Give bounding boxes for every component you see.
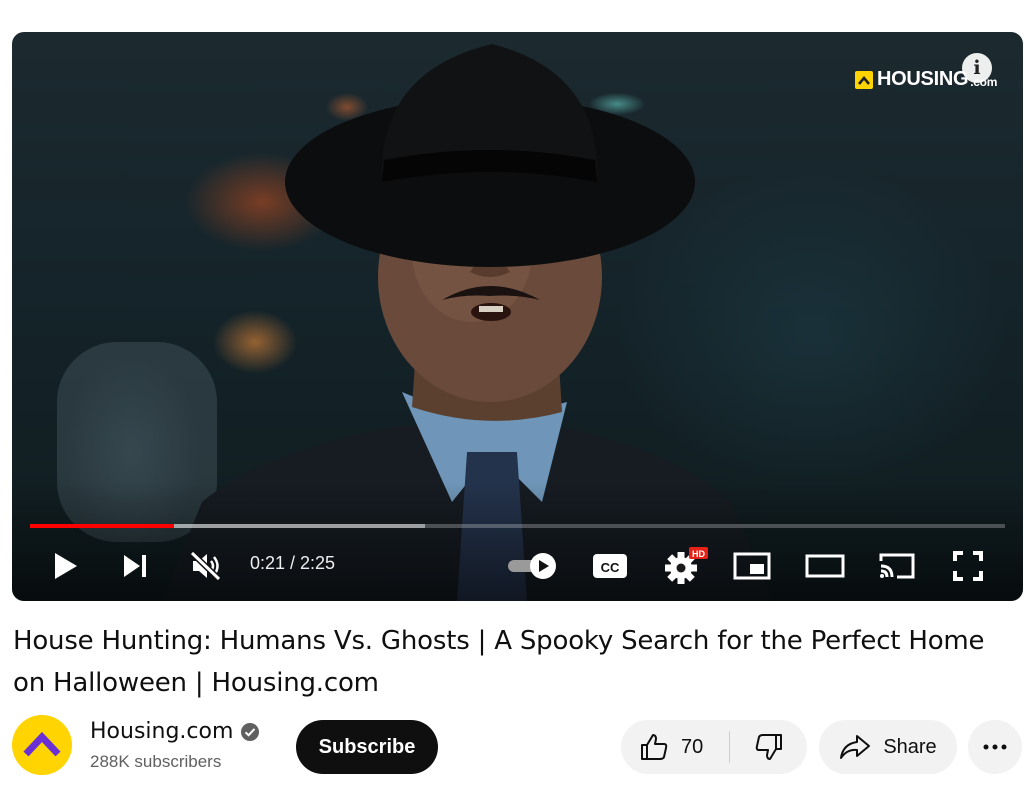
captions-label: CC bbox=[601, 560, 620, 575]
settings-button[interactable]: HD bbox=[662, 546, 710, 586]
play-button[interactable] bbox=[50, 546, 82, 586]
cast-icon bbox=[879, 553, 915, 579]
video-title: House Hunting: Humans Vs. Ghosts | A Spo… bbox=[13, 626, 985, 698]
fullscreen-icon bbox=[953, 551, 983, 581]
channel-avatar[interactable] bbox=[12, 715, 72, 775]
verified-icon bbox=[241, 722, 260, 741]
share-button[interactable]: Share bbox=[819, 720, 957, 774]
thumbs-up-icon bbox=[641, 734, 668, 760]
theater-icon bbox=[805, 554, 845, 578]
share-icon bbox=[840, 735, 871, 759]
info-icon[interactable]: i bbox=[962, 53, 992, 83]
channel-name-row[interactable]: Housing.com bbox=[90, 719, 260, 744]
more-icon bbox=[983, 744, 1007, 750]
cast-button[interactable] bbox=[876, 546, 918, 586]
mute-button[interactable] bbox=[188, 546, 224, 586]
next-icon bbox=[124, 555, 146, 577]
like-button[interactable]: 70 bbox=[621, 720, 729, 774]
progress-played bbox=[30, 524, 175, 528]
like-dislike-group: 70 bbox=[621, 720, 807, 774]
mute-icon bbox=[190, 551, 222, 581]
captions-icon: CC bbox=[593, 554, 627, 578]
settings-icon: HD bbox=[665, 547, 708, 584]
subscribe-button[interactable]: Subscribe bbox=[296, 720, 438, 774]
more-actions-button[interactable] bbox=[968, 720, 1022, 774]
fullscreen-button[interactable] bbox=[950, 546, 986, 586]
autoplay-toggle[interactable] bbox=[507, 546, 559, 586]
miniplayer-button[interactable] bbox=[732, 546, 772, 586]
watermark-text: HOUSING bbox=[877, 68, 969, 90]
subscriber-count: 288K subscribers bbox=[90, 752, 222, 771]
hd-badge: HD bbox=[692, 549, 705, 559]
time-display: 0:21 / 2:25 bbox=[250, 553, 336, 573]
progress-bar[interactable] bbox=[30, 524, 1005, 528]
next-button[interactable] bbox=[118, 546, 152, 586]
video-player[interactable]: HOUSING .com i 0:21 / 2:25 CC HD bbox=[12, 32, 1023, 601]
channel-name[interactable]: Housing.com bbox=[90, 719, 233, 744]
captions-button[interactable]: CC bbox=[590, 546, 630, 586]
miniplayer-icon bbox=[733, 552, 771, 580]
like-count: 70 bbox=[681, 735, 704, 758]
autoplay-toggle-icon bbox=[508, 553, 556, 579]
theater-mode-button[interactable] bbox=[804, 546, 846, 586]
housing-logo-icon bbox=[855, 70, 873, 89]
housing-logo-icon bbox=[23, 731, 61, 757]
dislike-button[interactable] bbox=[730, 720, 807, 774]
thumbs-down-icon bbox=[755, 734, 782, 760]
play-icon bbox=[55, 553, 77, 579]
share-label: Share bbox=[883, 735, 937, 758]
